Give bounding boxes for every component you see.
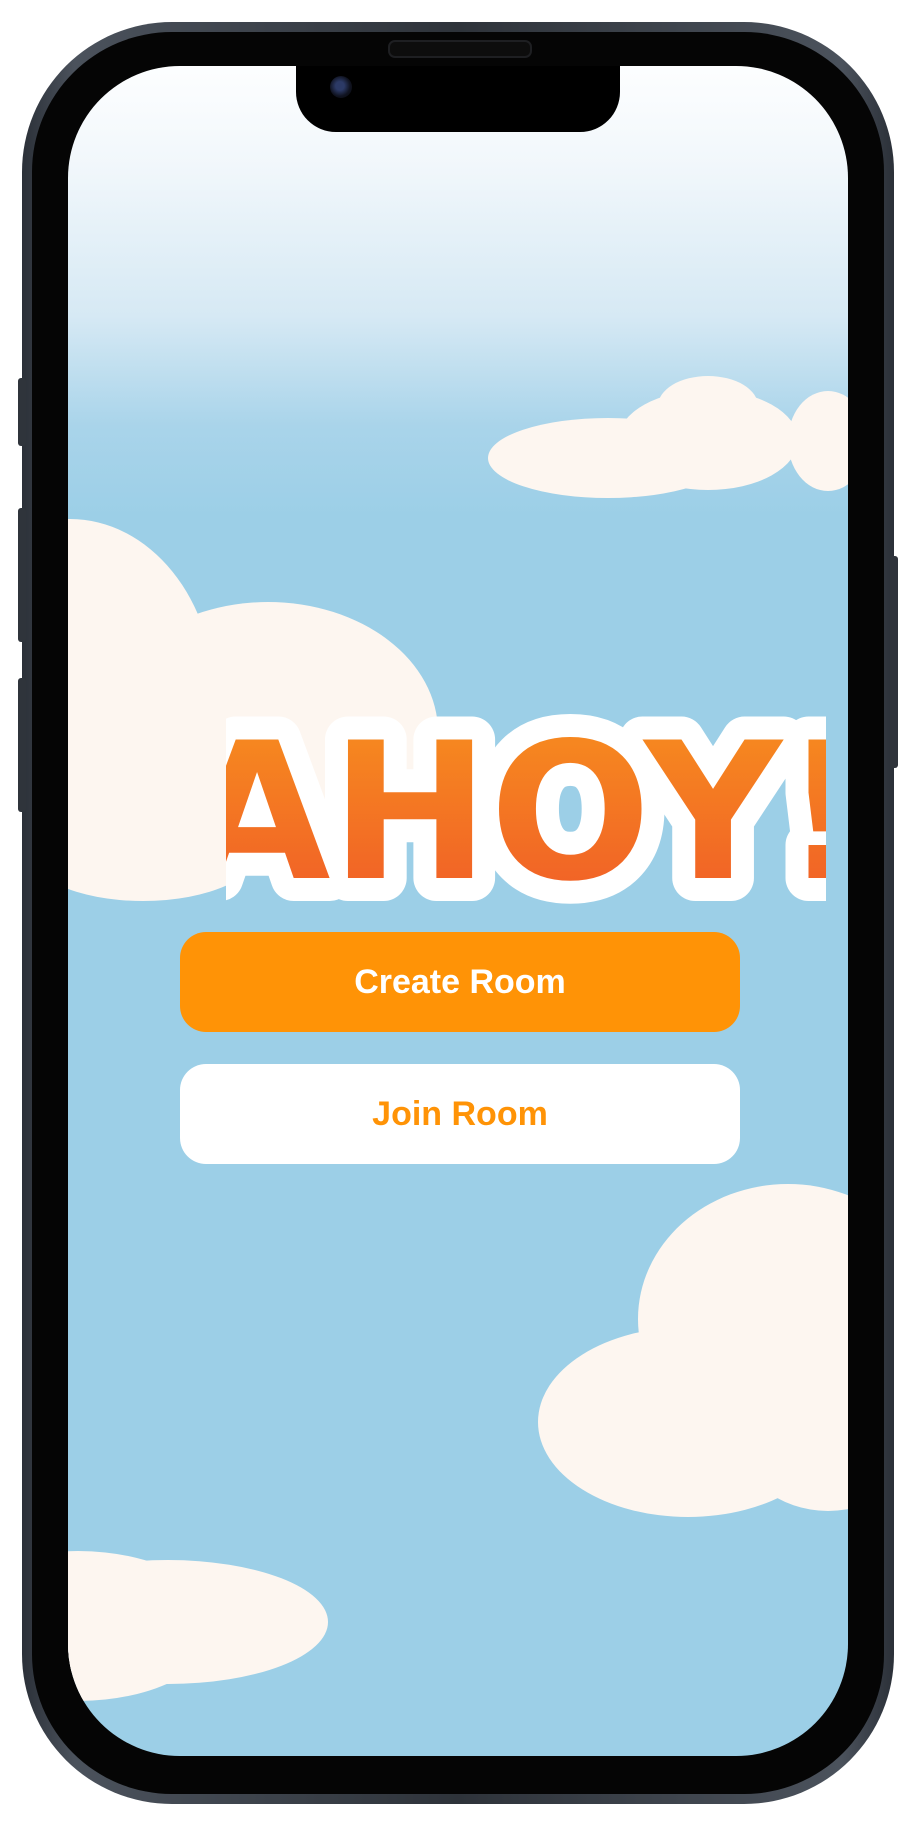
cloud-lower-right: [538, 1184, 848, 1517]
volume-down-button: [18, 678, 26, 812]
logo-text: AHOY!: [226, 702, 826, 923]
create-room-label: Create Room: [354, 962, 566, 1001]
ahoy-logo: AHOY! AHOY!: [226, 686, 826, 936]
power-button: [890, 556, 898, 768]
volume-up-button: [18, 508, 26, 642]
create-room-button[interactable]: Create Room: [180, 932, 740, 1032]
front-camera: [330, 76, 352, 98]
earpiece-speaker: [388, 40, 532, 58]
mute-switch: [18, 378, 26, 446]
join-room-label: Join Room: [372, 1094, 548, 1133]
cloud-top-right: [488, 376, 848, 498]
cloud-bottom-left: [68, 1551, 328, 1701]
join-room-button[interactable]: Join Room: [180, 1064, 740, 1164]
app-screen: AHOY! AHOY!: [68, 66, 848, 1756]
